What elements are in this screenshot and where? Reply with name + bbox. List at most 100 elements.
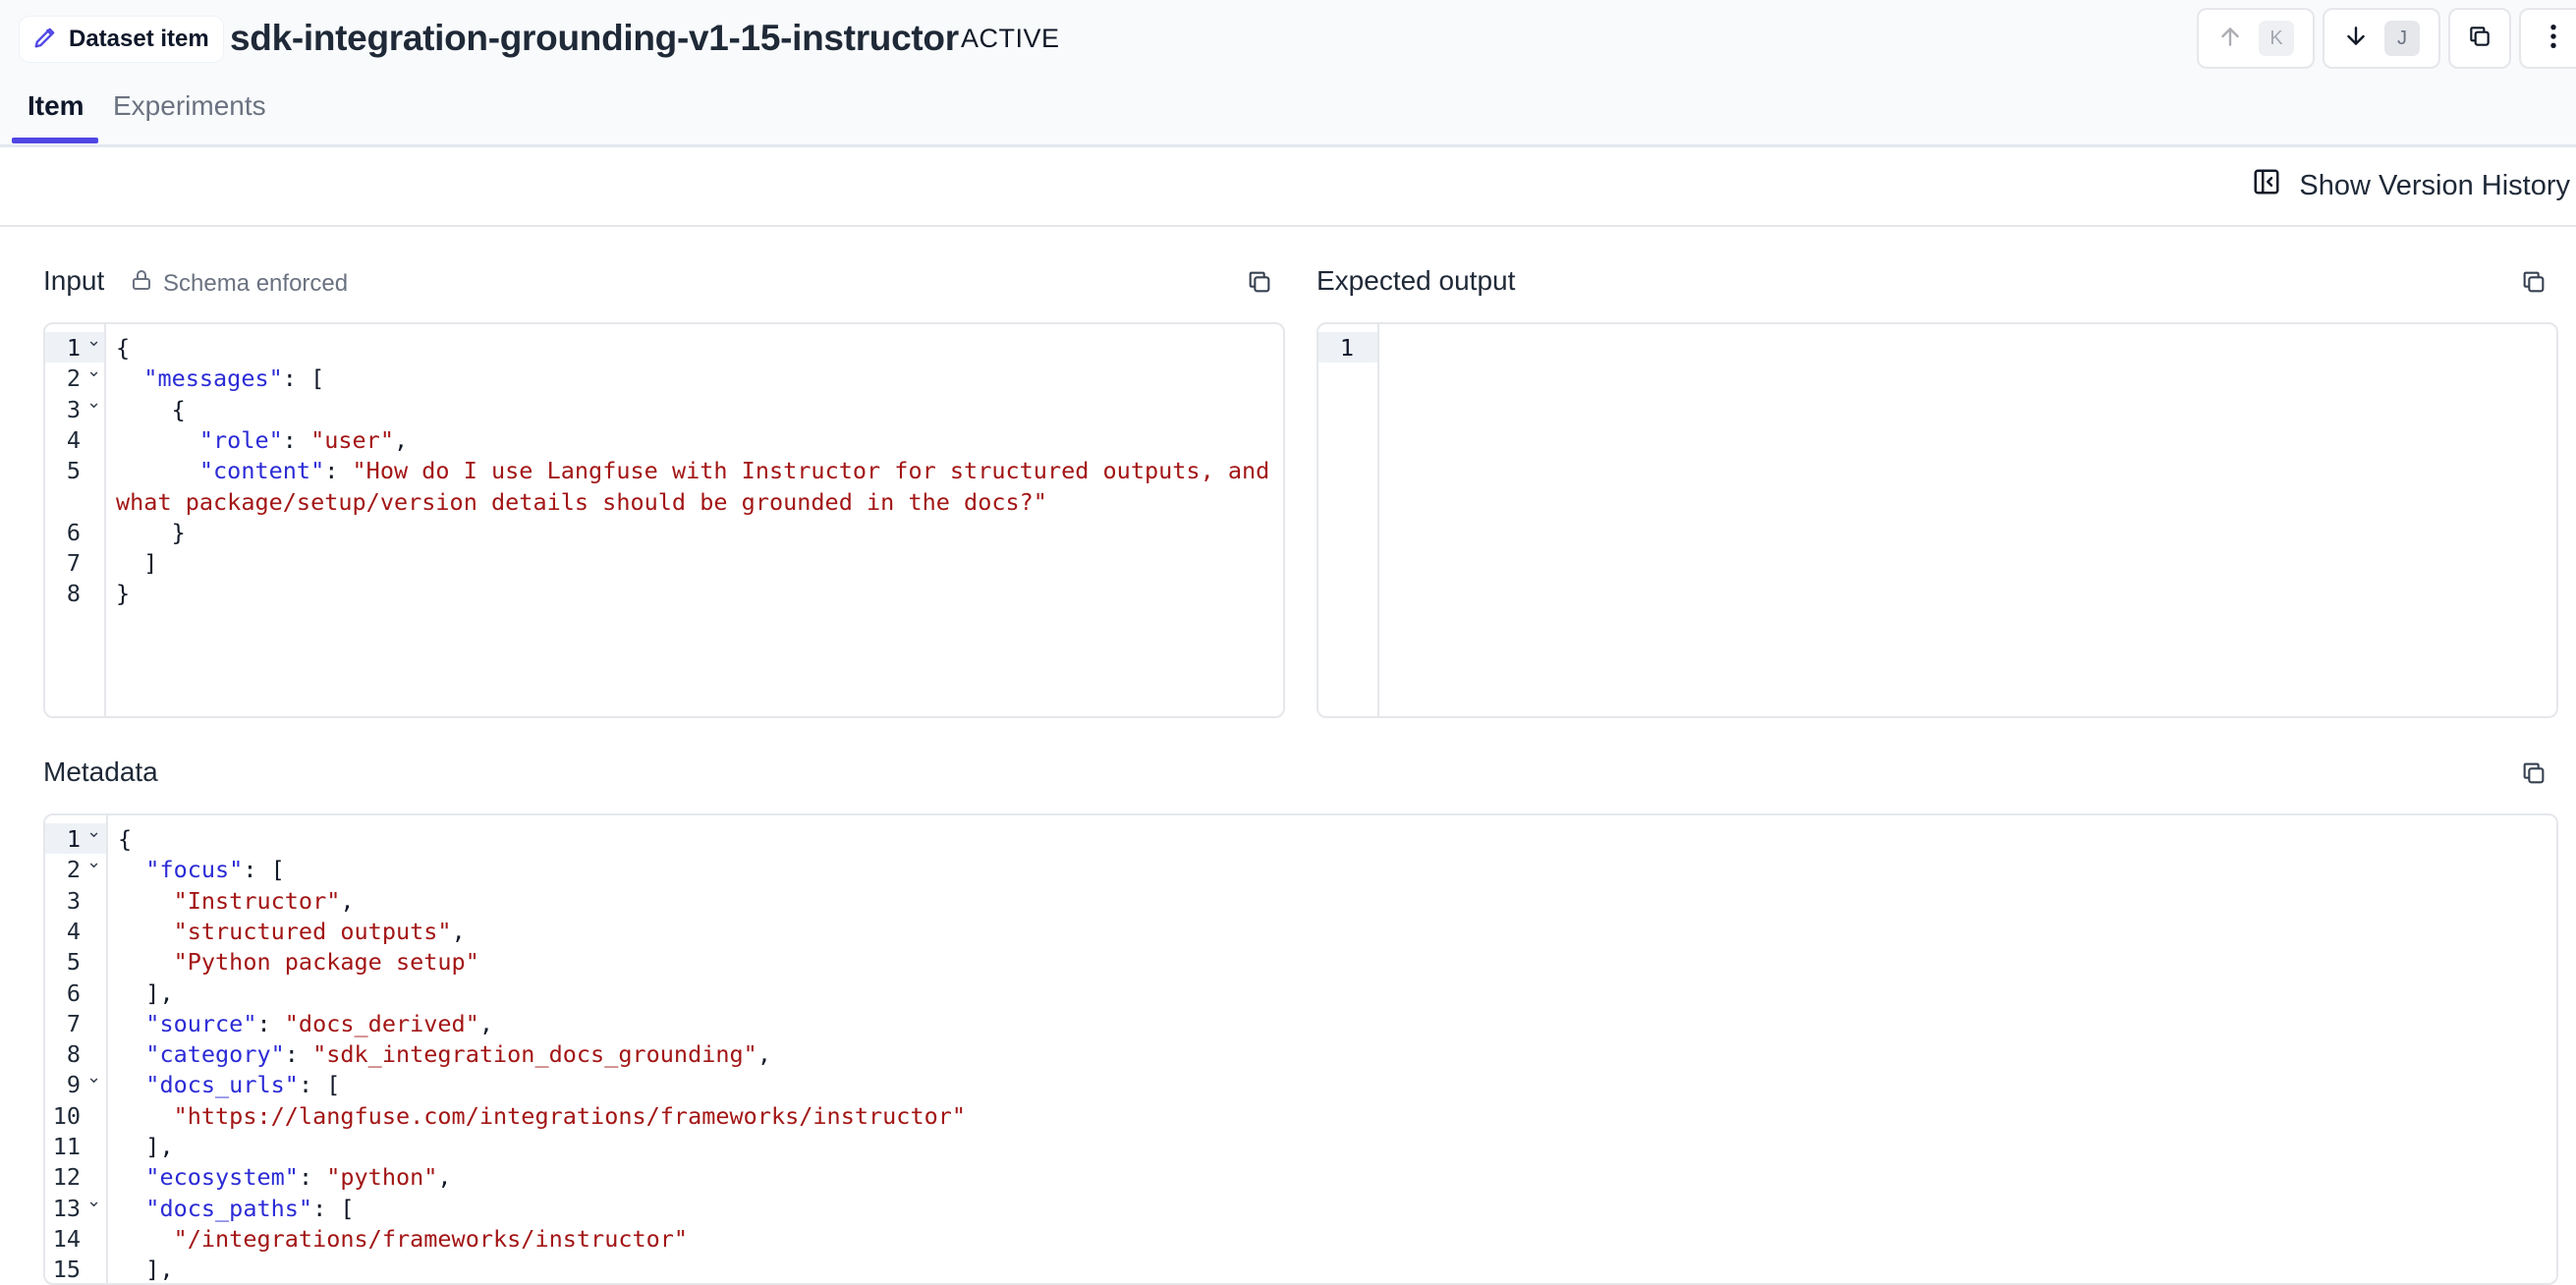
- line-number: 7: [66, 549, 81, 578]
- line-number: 1: [66, 825, 81, 853]
- chevron-down-icon[interactable]: ⌄: [86, 852, 101, 872]
- chevron-down-icon[interactable]: ⌄: [86, 361, 101, 381]
- json-punct: {: [116, 334, 131, 362]
- pencil-icon: [31, 24, 59, 56]
- code-line: ],: [118, 1133, 173, 1160]
- more-options-button[interactable]: [2519, 8, 2576, 69]
- line-number: 4: [66, 917, 81, 945]
- code-line: what package/setup/version details shoul…: [116, 488, 1047, 516]
- panel-left-icon: [2252, 167, 2281, 204]
- next-item-button[interactable]: J: [2323, 8, 2440, 69]
- json-punct: [118, 1195, 145, 1222]
- json-punct: }: [116, 518, 186, 546]
- line-number: 5: [66, 457, 81, 485]
- copy-icon: [2467, 24, 2492, 54]
- json-punct: [118, 1163, 145, 1191]
- line-number: 11: [52, 1133, 81, 1160]
- json-punct: :: [256, 1009, 285, 1037]
- dataset-item-breadcrumb[interactable]: Dataset item: [20, 17, 223, 62]
- input-label: Input: [43, 265, 105, 296]
- json-string: "structured outputs": [173, 917, 452, 945]
- json-key: "messages": [143, 364, 283, 393]
- json-string: "docs_derived": [284, 1009, 479, 1037]
- active-tab-indicator: [12, 138, 98, 143]
- json-key: "docs_urls": [145, 1071, 299, 1099]
- copy-metadata-icon[interactable]: [2520, 759, 2549, 789]
- chevron-down-icon[interactable]: ⌄: [86, 821, 101, 842]
- line-number: 15: [52, 1256, 81, 1284]
- expected-output-label: Expected output: [1316, 265, 1516, 296]
- json-punct: [118, 1102, 174, 1130]
- json-punct: ,: [437, 1163, 452, 1192]
- code-line: "ecosystem": "python",: [118, 1163, 452, 1192]
- copy-input-icon[interactable]: [1246, 268, 1275, 298]
- json-punct: : [: [298, 1071, 341, 1099]
- version-history-bar: Show Version History: [0, 147, 2576, 227]
- json-punct: ],: [118, 1256, 174, 1284]
- arrow-down-icon: [2343, 24, 2369, 54]
- json-key: "docs_paths": [145, 1194, 313, 1222]
- code-line: {: [118, 825, 132, 853]
- copy-expected-output-icon[interactable]: [2520, 268, 2549, 298]
- json-punct: ]: [116, 549, 158, 578]
- json-string: "sdk_integration_docs_grounding": [312, 1040, 757, 1069]
- expected-output-editor[interactable]: 1: [1316, 322, 2558, 718]
- lock-icon: [130, 267, 153, 300]
- json-string: "How do I use Langfuse with Instructor f…: [352, 457, 1270, 485]
- code-line: "role": "user",: [116, 426, 408, 454]
- json-punct: [116, 364, 143, 392]
- json-string: "Python package setup": [173, 948, 479, 977]
- line-number: 7: [66, 1009, 81, 1037]
- json-punct: [118, 918, 174, 945]
- tab-item[interactable]: Item: [28, 90, 84, 122]
- line-number: 1: [66, 334, 81, 362]
- json-punct: ,: [756, 1040, 771, 1069]
- duplicate-button[interactable]: [2448, 8, 2511, 69]
- code-line: }: [116, 519, 186, 546]
- json-string: "python": [326, 1163, 438, 1192]
- json-punct: :: [284, 1040, 313, 1069]
- chevron-down-icon[interactable]: ⌄: [86, 1191, 101, 1211]
- metadata-editor[interactable]: 1 ⌄{2 ⌄ "focus": [3 "Instructor", 4 "struct…: [43, 813, 2558, 1285]
- top-header: Dataset item sdk-integration-grounding-v…: [0, 0, 2576, 147]
- shortcut-k: K: [2259, 21, 2294, 56]
- previous-item-button[interactable]: K: [2197, 8, 2315, 69]
- line-number: 4: [66, 425, 81, 454]
- show-version-history-button[interactable]: Show Version History: [2252, 167, 2570, 204]
- json-punct: ],: [118, 978, 174, 1007]
- json-punct: [118, 1225, 174, 1253]
- code-line: "messages": [: [116, 364, 324, 392]
- json-string: what package/setup/version details shoul…: [116, 487, 1047, 516]
- json-key: "source": [145, 1009, 257, 1037]
- code-line: }: [116, 580, 130, 607]
- json-punct: [118, 948, 174, 976]
- json-string: "https://langfuse.com/integrations/frame…: [173, 1101, 967, 1130]
- status-badge: ACTIVE: [961, 24, 1060, 53]
- code-line: "source": "docs_derived",: [118, 1010, 493, 1037]
- code-line: ],: [118, 978, 174, 1007]
- line-number: 13: [52, 1194, 81, 1222]
- json-punct: ,: [478, 1009, 494, 1037]
- line-number: 6: [66, 978, 81, 1007]
- chevron-down-icon[interactable]: ⌄: [86, 330, 101, 351]
- json-punct: [118, 856, 145, 883]
- code-line: "focus": [: [118, 856, 285, 883]
- code-line: "category": "sdk_integration_docs_ground…: [118, 1040, 771, 1068]
- tab-experiments[interactable]: Experiments: [113, 90, 266, 122]
- line-number: 3: [66, 886, 81, 915]
- code-line: ],: [118, 1256, 174, 1284]
- code-line: "Python package setup": [118, 948, 479, 976]
- json-punct: :: [282, 425, 311, 454]
- chevron-down-icon[interactable]: ⌄: [86, 1067, 101, 1088]
- json-punct: {: [116, 395, 186, 423]
- input-editor[interactable]: 1 ⌄{2 ⌄ "messages": [3 ⌄ {4 "role": "user",…: [43, 322, 1285, 718]
- shortcut-j: J: [2384, 21, 2420, 56]
- code-line: "/integrations/frameworks/instructor": [118, 1225, 688, 1253]
- chevron-down-icon[interactable]: ⌄: [86, 392, 101, 413]
- code-line: {: [116, 334, 130, 362]
- more-vertical-icon: [2548, 23, 2558, 55]
- code-line: {: [116, 396, 186, 423]
- code-line: "structured outputs",: [118, 918, 466, 945]
- json-punct: [116, 426, 199, 454]
- line-number: 12: [52, 1163, 81, 1192]
